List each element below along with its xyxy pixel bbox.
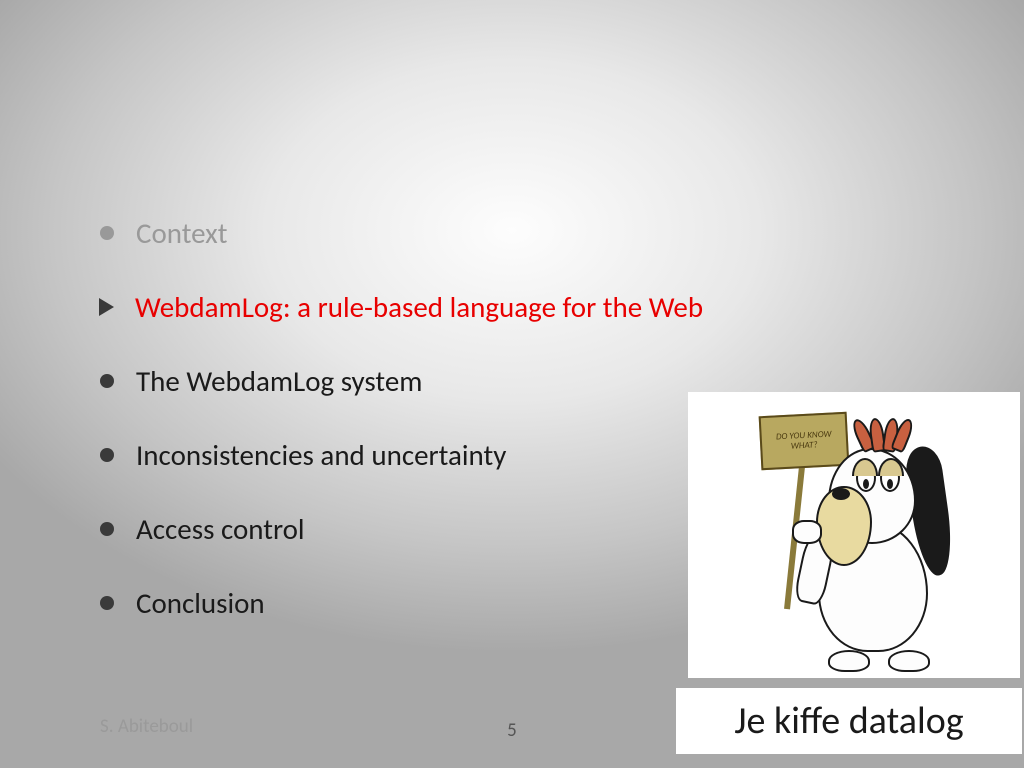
outline-label: WebdamLog: a rule-based language for the… — [135, 289, 703, 325]
footer-page-number: 5 — [507, 719, 517, 742]
cartoon-dog-icon: DO YOU KNOW WHAT? — [688, 392, 1020, 678]
outline-label: Inconsistencies and uncertainty — [136, 437, 506, 473]
bullet-icon — [100, 374, 114, 388]
bullet-icon — [100, 226, 114, 240]
outline-label: The WebdamLog system — [136, 363, 422, 399]
bullet-icon — [100, 596, 114, 610]
sign-board: DO YOU KNOW WHAT? — [759, 412, 850, 471]
droopy-illustration: DO YOU KNOW WHAT? — [688, 392, 1020, 678]
bullet-icon — [100, 448, 114, 462]
outline-label: Context — [136, 215, 227, 251]
bullet-icon — [100, 522, 114, 536]
slide: Context WebdamLog: a rule-based language… — [0, 0, 1024, 768]
outline-item-context: Context — [100, 215, 900, 251]
illustration-caption: Je kiffe datalog — [676, 688, 1022, 754]
outline-label: Conclusion — [136, 585, 265, 621]
footer-author: S. Abiteboul — [100, 715, 193, 738]
outline-item-webdamlog-language: WebdamLog: a rule-based language for the… — [100, 289, 900, 325]
outline-label: Access control — [136, 511, 305, 547]
triangle-icon — [99, 298, 114, 316]
